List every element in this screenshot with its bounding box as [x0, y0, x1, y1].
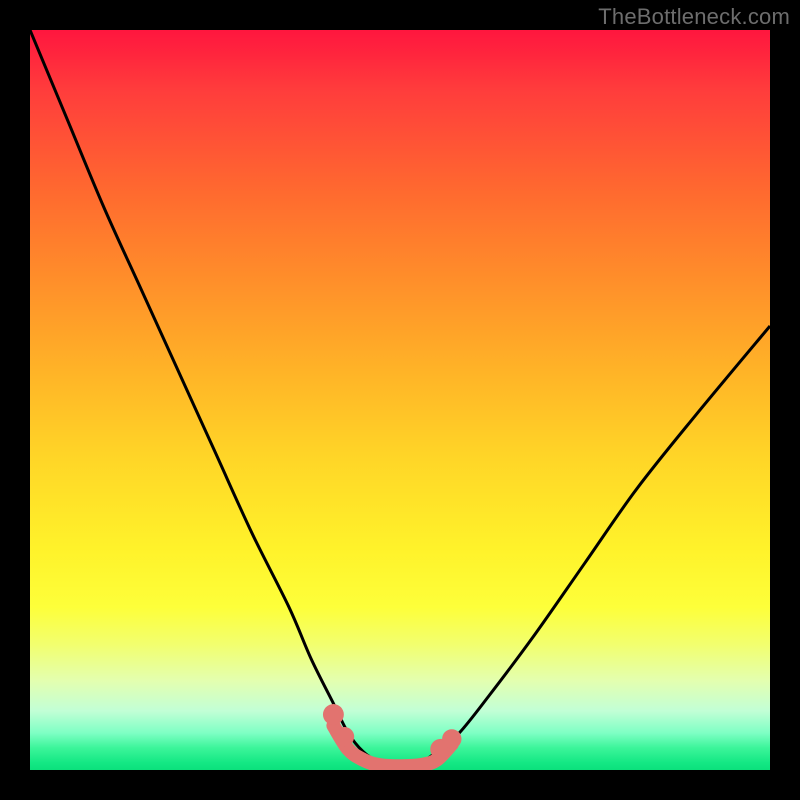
chart-frame: TheBottleneck.com [0, 0, 800, 800]
plot-area [30, 30, 770, 770]
highlight-marker [335, 727, 354, 746]
watermark-text: TheBottleneck.com [598, 4, 790, 30]
highlight-marker [442, 729, 461, 748]
curve-svg [30, 30, 770, 770]
highlight-marker [323, 704, 344, 725]
main-curve-path [30, 30, 770, 766]
